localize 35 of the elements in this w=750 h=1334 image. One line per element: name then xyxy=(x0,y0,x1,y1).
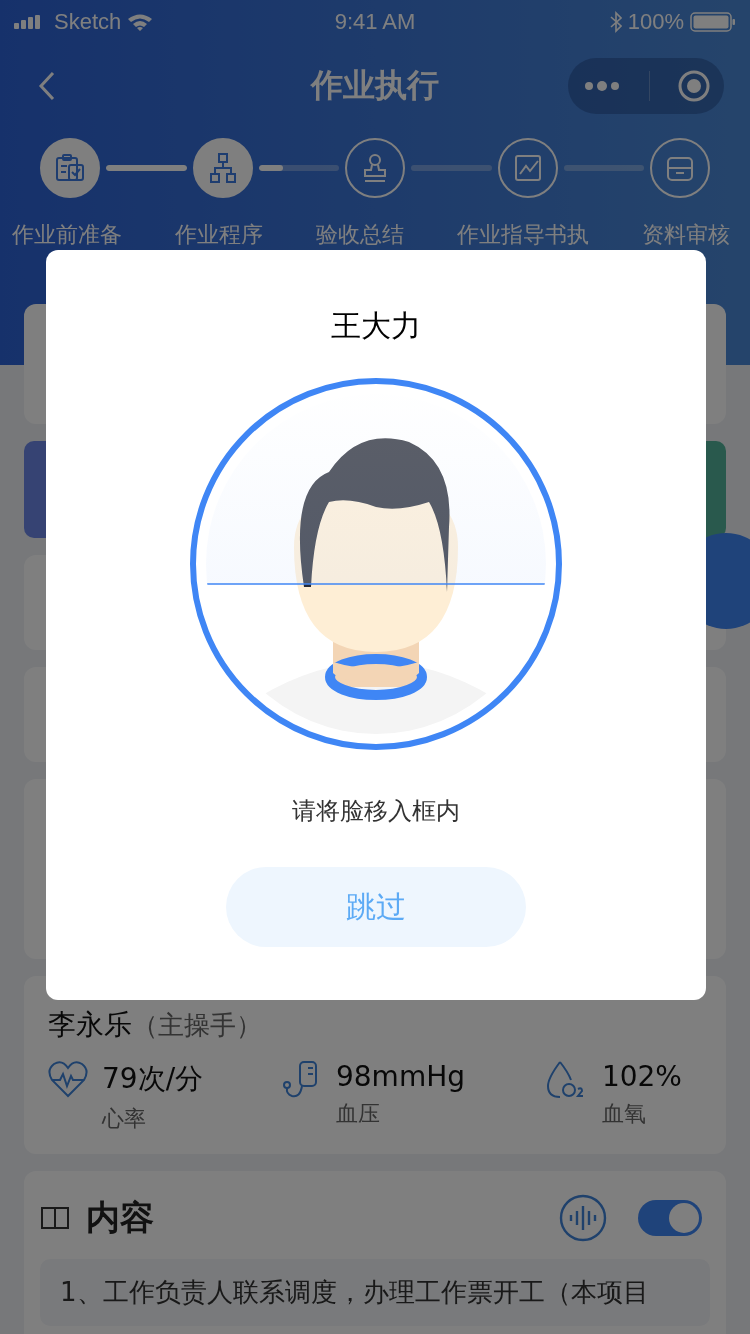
step-label[interactable]: 验收总结 xyxy=(316,220,404,250)
worker-role: （主操手） xyxy=(132,1009,262,1042)
vital-value: 98mmHg xyxy=(336,1060,465,1093)
step-label[interactable]: 作业程序 xyxy=(175,220,263,250)
vital-label: 血氧 xyxy=(601,1100,647,1128)
battery-icon xyxy=(690,12,736,32)
step-icon[interactable] xyxy=(497,138,558,198)
vital-label: 血压 xyxy=(336,1100,381,1128)
toggle-switch[interactable] xyxy=(638,1200,702,1236)
vital-value: 79次/分 xyxy=(102,1061,204,1097)
close-target-icon[interactable] xyxy=(676,69,711,103)
step-label[interactable]: 资料审核 xyxy=(642,220,730,250)
face-hint: 请将脸移入框内 xyxy=(292,796,460,827)
step-label[interactable]: 作业前准备 xyxy=(12,220,122,250)
battery-percent: 100% xyxy=(627,9,684,35)
heart-rate-icon xyxy=(48,1060,88,1098)
bluetooth-icon xyxy=(609,11,622,33)
carrier-name: Sketch xyxy=(54,9,122,35)
step-icon[interactable] xyxy=(345,138,405,198)
status-time: 9:41 AM xyxy=(334,9,416,35)
voice-icon[interactable] xyxy=(558,1193,608,1243)
vital-value: 102% xyxy=(601,1060,682,1093)
step-icon[interactable] xyxy=(40,138,100,198)
step-icon[interactable] xyxy=(650,138,710,198)
book-icon xyxy=(40,1205,70,1231)
step-label[interactable]: 作业指导书执 xyxy=(457,220,589,250)
worker-name: 李永乐 xyxy=(48,1007,132,1043)
section-title: 内容 xyxy=(86,1196,154,1239)
dialog-title: 王大力 xyxy=(331,307,421,345)
page-title: 作业执行 xyxy=(311,65,439,106)
back-icon[interactable] xyxy=(38,71,56,101)
content-text: 1、工作负责人联系调度，办理工作票开工（本项目 xyxy=(60,1277,649,1307)
skip-button[interactable]: 跳过 xyxy=(226,867,526,947)
wifi-icon xyxy=(127,13,154,31)
vital-label: 心率 xyxy=(102,1105,147,1133)
